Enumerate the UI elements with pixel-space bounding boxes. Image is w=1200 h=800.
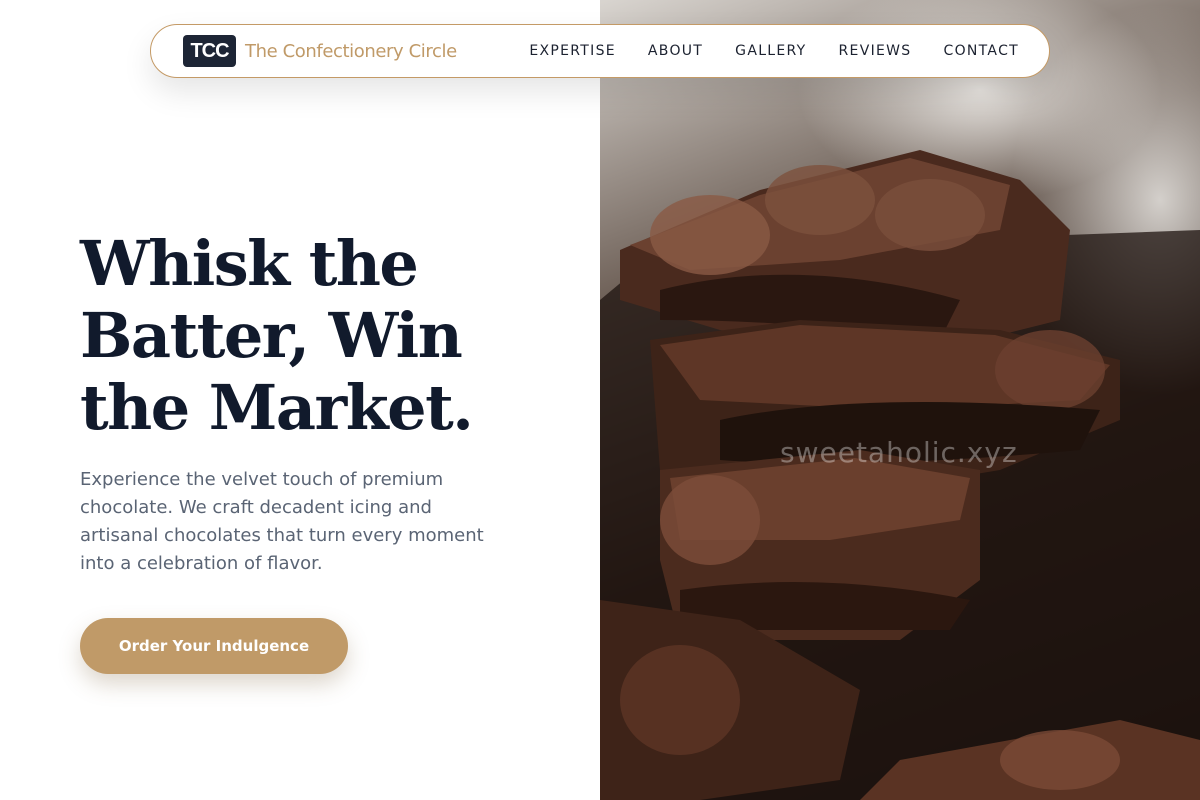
- nav-link-reviews[interactable]: REVIEWS: [839, 43, 912, 59]
- order-indulgence-button[interactable]: Order Your Indulgence: [80, 618, 348, 674]
- nav-link-about[interactable]: ABOUT: [648, 43, 703, 59]
- hero-headline: Whisk the Batter, Win the Market.: [80, 228, 580, 444]
- nav-link-expertise[interactable]: EXPERTISE: [529, 43, 616, 59]
- nav-link-gallery[interactable]: GALLERY: [735, 43, 806, 59]
- hero-subtext: Experience the velvet touch of premium c…: [80, 469, 484, 574]
- image-watermark: sweetaholic.xyz: [780, 436, 1018, 469]
- chocolate-illustration: [600, 150, 1200, 800]
- headline-line: Batter, Win: [80, 299, 463, 372]
- nav-links: EXPERTISE ABOUT GALLERY REVIEWS CONTACT: [529, 43, 1019, 59]
- hero-chocolate-image: [600, 0, 1200, 800]
- headline-line: Whisk the: [80, 227, 419, 300]
- nav-link-contact[interactable]: CONTACT: [944, 43, 1020, 59]
- logo-mark: TCC: [183, 35, 236, 67]
- top-navbar: TCC The Confectionery Circle EXPERTISE A…: [150, 24, 1050, 78]
- brand-logo[interactable]: TCC The Confectionery Circle: [183, 35, 457, 67]
- brand-name: The Confectionery Circle: [245, 40, 457, 62]
- headline-line: the Market.: [80, 371, 474, 444]
